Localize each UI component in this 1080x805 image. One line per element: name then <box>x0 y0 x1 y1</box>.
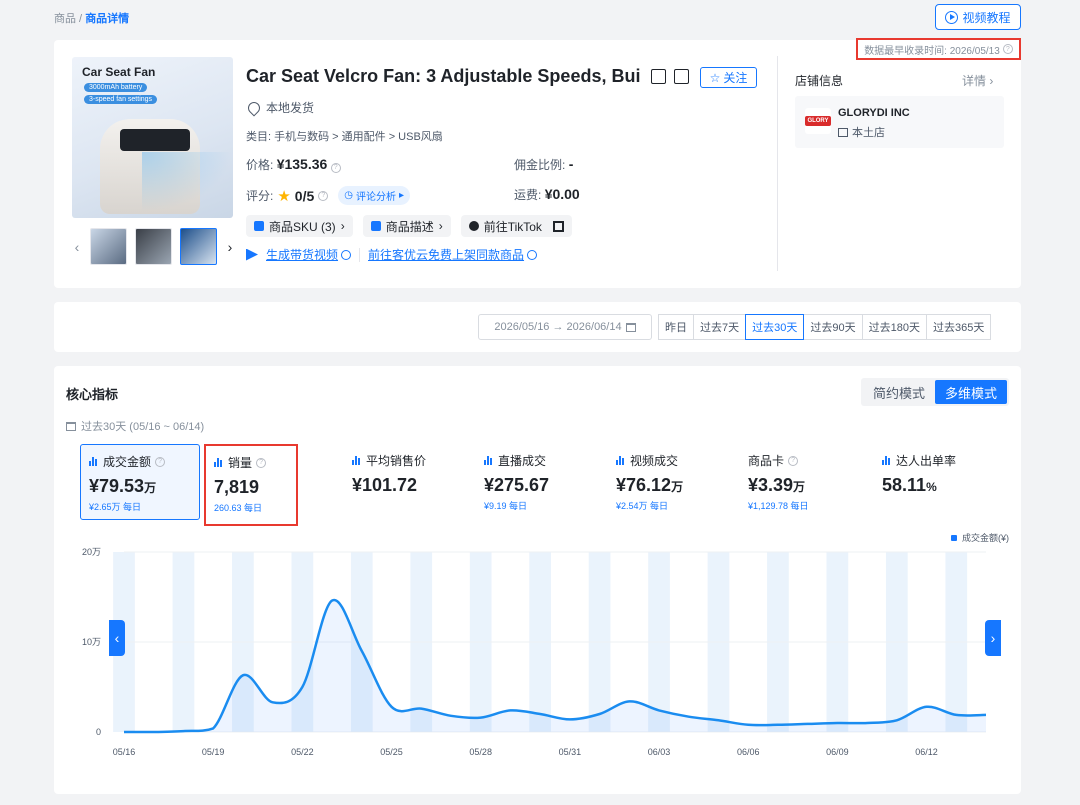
x-tick-label: 06/06 <box>737 747 760 757</box>
chevron-left-icon: ‹ <box>114 630 120 646</box>
x-tick-label: 05/19 <box>202 747 225 757</box>
y-tick-label: 20万 <box>82 547 101 557</box>
x-tick-label: 05/16 <box>113 747 136 757</box>
x-tick-label: 05/25 <box>380 747 403 757</box>
x-tick-label: 06/09 <box>826 747 849 757</box>
x-tick-label: 06/12 <box>915 747 938 757</box>
x-tick-label: 05/22 <box>291 747 314 757</box>
chart-next-button[interactable]: › <box>985 620 1001 656</box>
x-tick-label: 06/03 <box>648 747 671 757</box>
x-tick-label: 05/28 <box>469 747 492 757</box>
y-tick-label: 0 <box>96 727 101 737</box>
sales-chart: 20万 10万 0 05/16 05/19 05/22 05/25 05/28 05/31 06/… <box>82 547 987 757</box>
tab-30-days[interactable]: 过去30天 <box>745 314 805 340</box>
x-tick-label: 05/31 <box>559 747 582 757</box>
chart-prev-button[interactable]: ‹ <box>109 620 125 656</box>
y-tick-label: 10万 <box>82 637 101 647</box>
chevron-right-icon: › <box>990 630 996 646</box>
